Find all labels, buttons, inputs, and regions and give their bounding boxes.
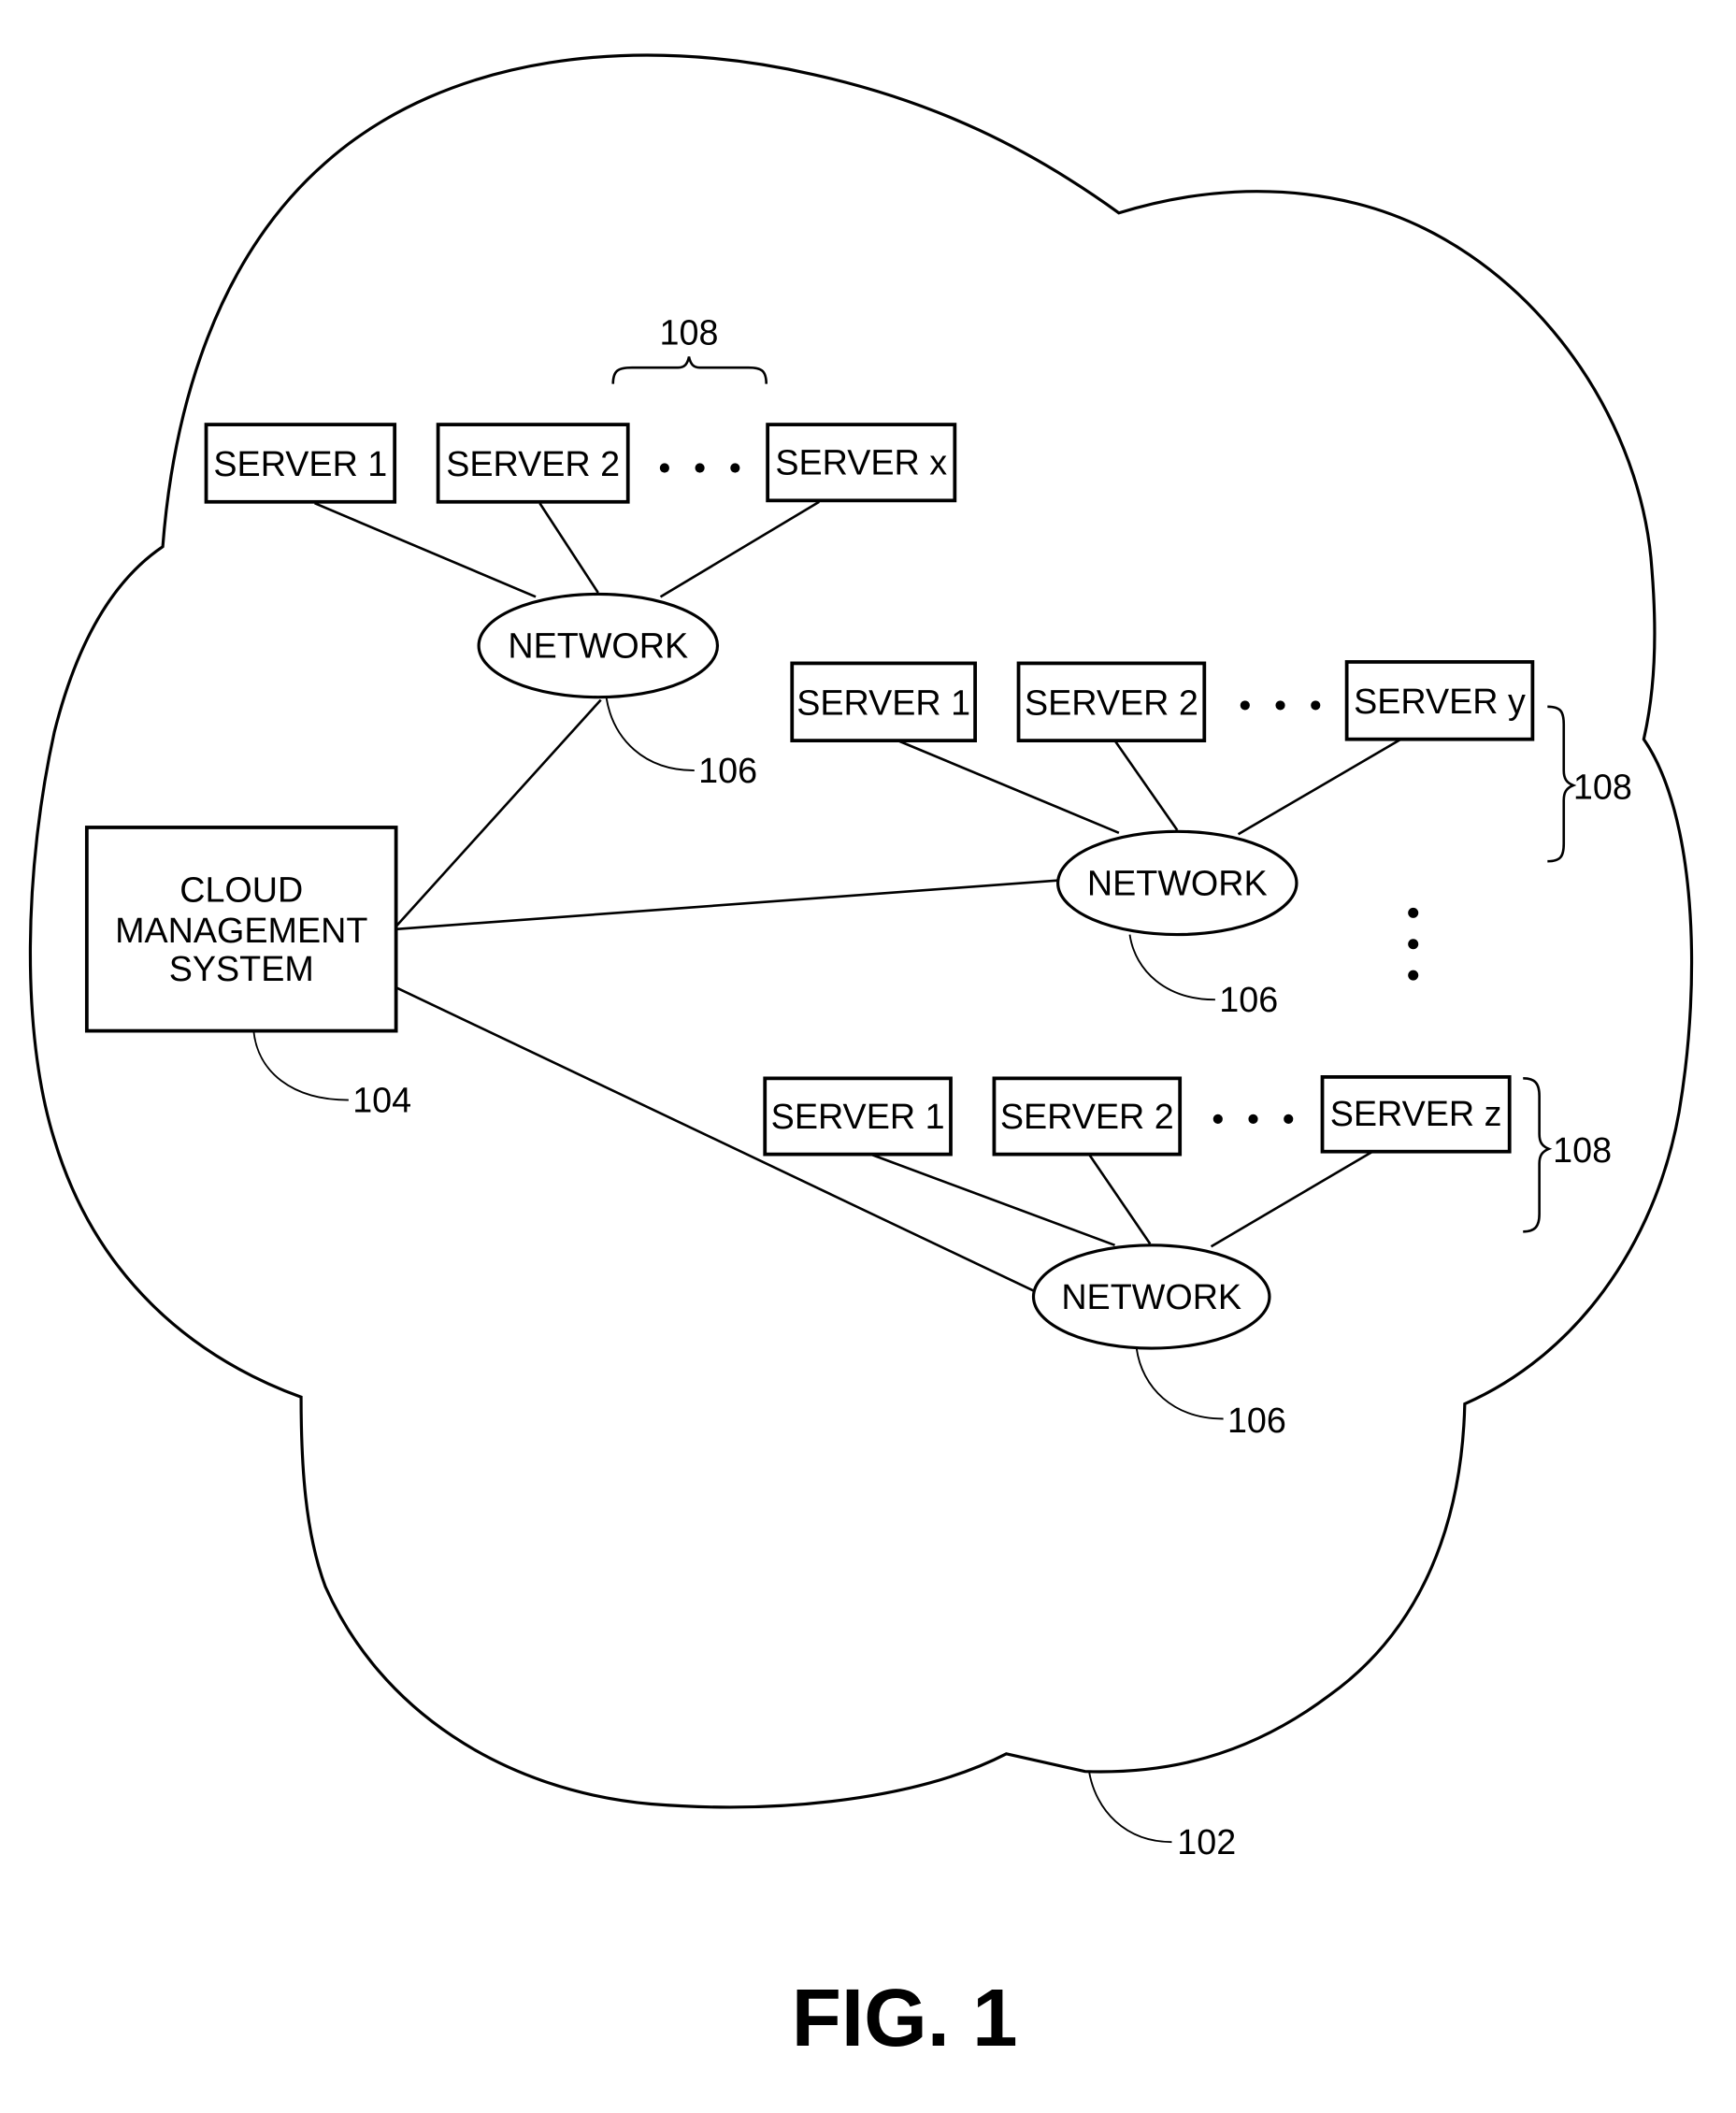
cms-to-network-1-link: [395, 698, 602, 927]
ellipsis-dot: [1311, 700, 1321, 711]
server-label: SERVER 2: [1025, 683, 1198, 722]
network-label: NETWORK: [508, 626, 688, 666]
ellipsis-dot: [1408, 907, 1419, 918]
ellipsis-dot: [1240, 700, 1250, 711]
ellipsis-dot: [1408, 970, 1419, 981]
network-ref-label: 106: [1219, 980, 1278, 1019]
server-group-3: SERVER 1 SERVER 2 SERVER z 108 NETWORK 1…: [763, 1075, 1612, 1440]
server-label: SERVER 2: [1000, 1097, 1174, 1136]
cloud-ref-leader: [1088, 1771, 1172, 1844]
cloud-management-system: CLOUD MANAGEMENT SYSTEM 104: [84, 826, 411, 1120]
server-label: SERVER y: [1354, 682, 1526, 721]
more-groups-vertical-ellipsis: [1408, 907, 1419, 981]
network-ref-label: 106: [1227, 1401, 1286, 1440]
server-link: [659, 500, 820, 598]
network-label: NETWORK: [1061, 1277, 1241, 1316]
ellipsis-dot: [659, 463, 669, 473]
server-link: [1087, 1153, 1152, 1245]
ellipsis-dot: [695, 463, 705, 473]
cms-label-line-1: CLOUD: [179, 870, 303, 910]
server-link: [897, 739, 1120, 834]
network-ref-label: 106: [698, 751, 757, 790]
cms-to-network-2-link: [395, 879, 1060, 931]
server-link: [538, 502, 599, 594]
figure-caption: FIG. 1: [792, 1973, 1018, 2063]
ellipsis-dot: [1275, 700, 1285, 711]
network-ref-leader: [1128, 934, 1215, 1001]
network-ref-leader: [605, 697, 695, 771]
ellipsis-dot: [1212, 1114, 1223, 1124]
cloud-ref-label: 102: [1177, 1822, 1236, 1861]
cms-label-line-2: MANAGEMENT: [115, 911, 367, 950]
server-label: SERVER x: [775, 443, 947, 482]
cms-label-line-3: SYSTEM: [169, 949, 314, 988]
servers-ref-label: 108: [1573, 767, 1632, 806]
network-ref-leader: [1135, 1347, 1224, 1420]
servers-brace: [1547, 705, 1577, 863]
server-label: SERVER 2: [446, 444, 620, 483]
server-link: [1210, 1150, 1373, 1248]
server-label: SERVER 1: [771, 1097, 945, 1136]
server-link: [314, 502, 537, 598]
ellipsis-dot: [1284, 1114, 1294, 1124]
servers-brace: [611, 356, 768, 384]
server-label: SERVER 1: [213, 444, 387, 483]
cms-ref-leader: [252, 1030, 349, 1101]
ellipsis-dot: [730, 463, 740, 473]
cms-ref-label: 104: [352, 1081, 411, 1120]
network-label: NETWORK: [1087, 863, 1268, 902]
server-link: [1113, 740, 1179, 831]
servers-brace: [1523, 1077, 1553, 1233]
servers-ref-label: 108: [1553, 1130, 1612, 1170]
server-link: [1237, 738, 1402, 836]
server-group-2: SERVER 1 SERVER 2 SERVER y 108 NETWORK 1…: [790, 660, 1632, 1019]
ellipsis-dot: [1408, 939, 1419, 950]
ellipsis-dot: [1248, 1114, 1258, 1124]
server-label: SERVER 1: [796, 683, 970, 722]
servers-ref-label: 108: [660, 312, 719, 352]
patent-figure: 102 SERVER 1 SERVER 2 SERVER x 108 NETWO…: [28, 53, 1694, 2063]
server-label: SERVER z: [1330, 1094, 1502, 1133]
